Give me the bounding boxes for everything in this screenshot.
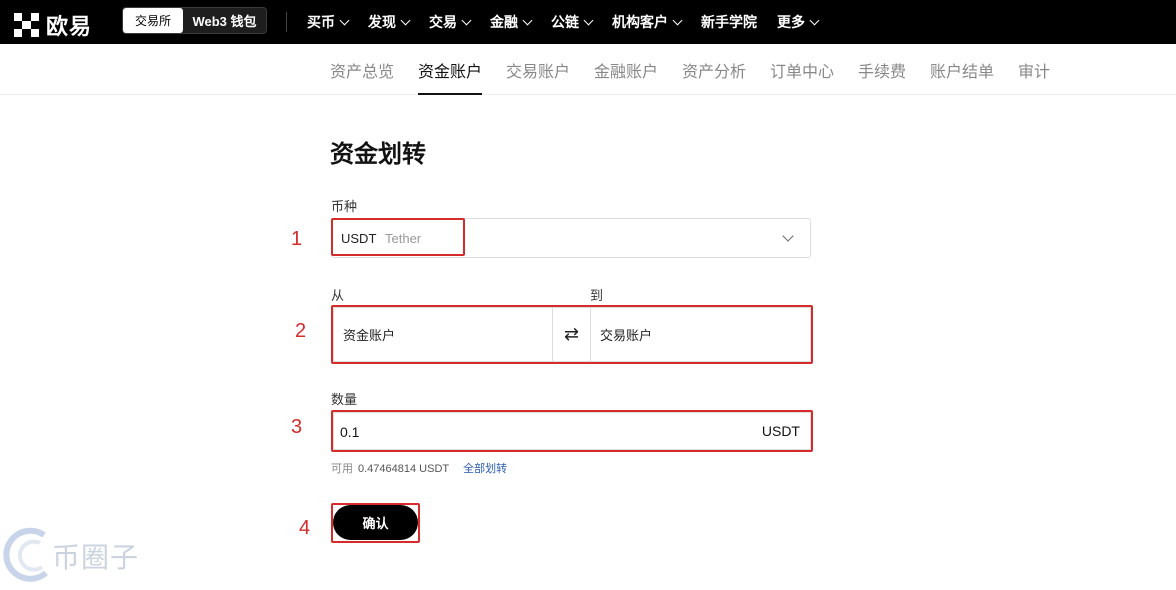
tab-overview[interactable]: 资产总览 — [330, 58, 394, 95]
menu-label: 更多 — [777, 14, 805, 30]
watermark-logo-icon — [3, 527, 48, 582]
available-label: 可用 — [331, 463, 353, 475]
web3-wallet-tab[interactable]: Web3 钱包 — [183, 8, 266, 33]
menu-institutional[interactable]: 机构客户 — [612, 12, 683, 32]
chevron-down-icon — [400, 15, 411, 25]
tab-asset-analysis[interactable]: 资产分析 — [682, 58, 746, 95]
menu-label: 机构客户 — [612, 14, 668, 30]
menu-buy-crypto[interactable]: 买币 — [307, 12, 350, 32]
available-balance: 可用 0.47464814 USDT 全部划转 — [331, 460, 507, 476]
from-label: 从 — [331, 288, 345, 303]
watermark-text: 币圈子 — [52, 542, 140, 573]
tab-order-center[interactable]: 订单中心 — [770, 58, 834, 95]
exchange-tab[interactable]: 交易所 — [123, 8, 183, 33]
tab-finance-account[interactable]: 金融账户 — [594, 58, 658, 95]
tab-statements[interactable]: 账户结单 — [930, 58, 994, 95]
menu-label: 新手学院 — [701, 14, 757, 30]
annotation-number-1: 1 — [291, 228, 303, 250]
header-divider — [286, 12, 287, 32]
top-navigation-bar: 欧易 交易所 Web3 钱包 买币 发现 交易 金融 公链 机构客户 新手学院 … — [0, 0, 1176, 44]
tab-trading-account[interactable]: 交易账户 — [506, 58, 570, 95]
chevron-down-icon — [782, 230, 794, 242]
product-switcher: 交易所 Web3 钱包 — [122, 7, 267, 34]
coin-label: 币种 — [331, 199, 358, 214]
chevron-down-icon — [809, 15, 820, 25]
chevron-down-icon — [672, 15, 683, 25]
page-title: 资金划转 — [330, 141, 426, 168]
annotation-number-3: 3 — [291, 416, 303, 438]
amount-label: 数量 — [331, 392, 358, 407]
annotation-box-1 — [331, 218, 465, 256]
menu-more[interactable]: 更多 — [777, 12, 820, 32]
okx-logo[interactable]: 欧易 — [14, 9, 92, 41]
annotation-box-2 — [331, 305, 813, 364]
asset-subnav: 资产总览 资金账户 交易账户 金融账户 资产分析 订单中心 手续费 账户结单 审… — [0, 44, 1176, 95]
chevron-down-icon — [522, 15, 533, 25]
annotation-box-4 — [331, 503, 420, 543]
annotation-box-3 — [331, 410, 813, 452]
available-value: 0.47464814 USDT — [358, 463, 450, 475]
menu-label: 金融 — [490, 14, 518, 30]
annotation-number-4: 4 — [299, 517, 311, 539]
main-menu: 买币 发现 交易 金融 公链 机构客户 新手学院 更多 — [307, 0, 838, 44]
menu-chain[interactable]: 公链 — [551, 12, 594, 32]
menu-label: 买币 — [307, 14, 335, 30]
to-label: 到 — [590, 288, 604, 303]
annotation-number-2: 2 — [295, 320, 307, 342]
logo-mark-icon — [14, 12, 39, 38]
menu-academy[interactable]: 新手学院 — [701, 12, 757, 32]
menu-discover[interactable]: 发现 — [368, 12, 411, 32]
tab-funding-account[interactable]: 资金账户 — [418, 58, 483, 95]
menu-finance[interactable]: 金融 — [490, 12, 533, 32]
menu-label: 发现 — [368, 14, 396, 30]
watermark: 币圈子 — [0, 525, 160, 585]
tab-audit[interactable]: 审计 — [1018, 58, 1050, 95]
logo-text: 欧易 — [46, 14, 93, 39]
menu-label: 交易 — [429, 14, 457, 30]
chevron-down-icon — [583, 15, 594, 25]
menu-label: 公链 — [551, 14, 579, 30]
transfer-all-link[interactable]: 全部划转 — [463, 463, 507, 475]
tab-fees[interactable]: 手续费 — [858, 58, 906, 95]
chevron-down-icon — [339, 15, 350, 25]
chevron-down-icon — [461, 15, 472, 25]
menu-trade[interactable]: 交易 — [429, 12, 472, 32]
